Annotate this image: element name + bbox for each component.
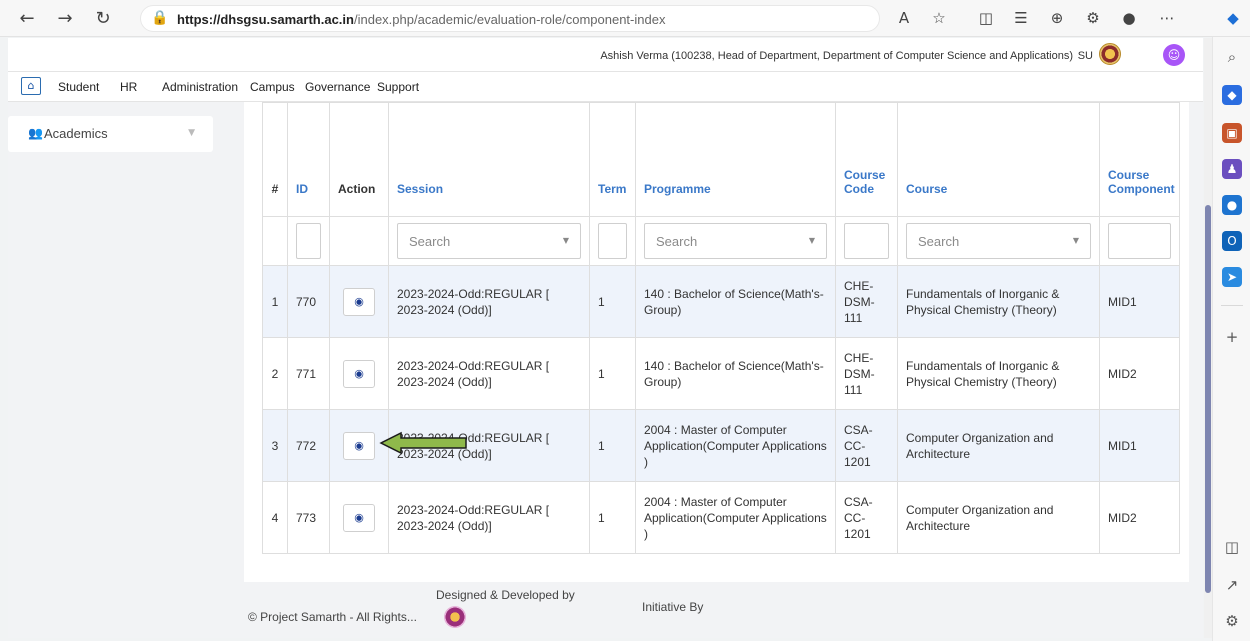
avatar[interactable]: ☺ bbox=[1163, 44, 1185, 66]
component-table: # ID Action Session Term Programme Cours… bbox=[262, 102, 1180, 554]
add-icon[interactable]: + bbox=[1222, 327, 1242, 347]
eye-icon: ◉ bbox=[354, 438, 364, 452]
menu-administration[interactable]: Administration bbox=[162, 80, 238, 94]
browser-sidebar: ⌕ ◆ ▣ ♟ ● O ➤ + ◫ ↗ ⚙ bbox=[1212, 37, 1250, 641]
col-header-num: # bbox=[262, 102, 288, 217]
chevron-down-icon: ▼ bbox=[562, 236, 569, 245]
menu-support[interactable]: Support bbox=[377, 80, 419, 94]
course-code-filter-input[interactable] bbox=[844, 223, 889, 259]
col-header-action: Action bbox=[329, 102, 389, 217]
users-icon: 👥 bbox=[28, 126, 43, 140]
more-icon[interactable]: ⋯ bbox=[1156, 7, 1178, 29]
component-filter-input[interactable] bbox=[1108, 223, 1171, 259]
view-button[interactable]: ◉ bbox=[343, 503, 375, 532]
col-header-session[interactable]: Session bbox=[388, 102, 590, 217]
home-icon[interactable]: ⌂ bbox=[21, 77, 41, 95]
split-screen-icon[interactable]: ◫ bbox=[975, 7, 997, 29]
settings-icon[interactable]: ⚙ bbox=[1222, 611, 1242, 631]
games-icon[interactable]: ♟ bbox=[1222, 159, 1242, 179]
user-info: Ashish Verma (100238, Head of Department… bbox=[600, 50, 1073, 62]
sidebar-item-label: Academics bbox=[44, 126, 108, 141]
menu-hr[interactable]: HR bbox=[120, 80, 137, 94]
col-header-programme[interactable]: Programme bbox=[635, 102, 836, 217]
chevron-down-icon: ▼ bbox=[188, 128, 195, 138]
annotation-arrow-icon bbox=[379, 431, 467, 455]
refresh-icon[interactable]: ↻ bbox=[90, 6, 116, 32]
table-row: 1 770 ◉ 2023-2024-Odd:REGULAR [ 2023-202… bbox=[262, 265, 1180, 338]
chevron-down-icon: ▼ bbox=[1072, 236, 1079, 245]
view-button[interactable]: ◉ bbox=[343, 431, 375, 460]
send-icon[interactable]: ➤ bbox=[1222, 267, 1242, 287]
designed-by-text: Designed & Developed by bbox=[436, 588, 575, 602]
su-label: SU bbox=[1077, 50, 1093, 62]
footer: © Project Samarth - All Rights... Design… bbox=[244, 582, 1189, 638]
outlook-icon[interactable]: O bbox=[1222, 231, 1242, 251]
session-filter-select[interactable]: Search ▼ bbox=[397, 223, 581, 259]
eye-icon: ◉ bbox=[354, 510, 364, 524]
main-menu: ⌂ Student HR Administration Campus Gover… bbox=[8, 72, 1203, 102]
external-link-icon[interactable]: ↗ bbox=[1222, 575, 1242, 595]
copilot-icon[interactable]: ◆ bbox=[1222, 7, 1244, 29]
chevron-down-icon: ▼ bbox=[808, 236, 815, 245]
col-header-course-code[interactable]: Course Code bbox=[835, 102, 898, 217]
extensions-icon[interactable]: ⚙ bbox=[1082, 7, 1104, 29]
col-header-term[interactable]: Term bbox=[589, 102, 636, 217]
term-filter-input[interactable] bbox=[598, 223, 627, 259]
filter-row: Search ▼ Search ▼ Search ▼ bbox=[262, 216, 1180, 266]
view-button[interactable]: ◉ bbox=[343, 359, 375, 388]
view-button[interactable]: ◉ bbox=[343, 287, 375, 316]
forward-icon[interactable]: → bbox=[52, 6, 78, 32]
shopping-icon[interactable]: ◆ bbox=[1222, 85, 1242, 105]
url-text: https://dhsgsu.samarth.ac.in/index.php/a… bbox=[177, 12, 666, 27]
left-sidebar: 👥 Academics ▼ bbox=[8, 102, 214, 638]
copyright-text: © Project Samarth - All Rights... bbox=[248, 610, 417, 624]
menu-governance[interactable]: Governance bbox=[305, 80, 370, 94]
address-bar[interactable]: 🔒 https://dhsgsu.samarth.ac.in/index.php… bbox=[140, 5, 880, 32]
browser-toolbar: ← → ↻ 🔒 https://dhsgsu.samarth.ac.in/ind… bbox=[0, 0, 1250, 37]
developer-logo-icon bbox=[444, 606, 466, 628]
programme-filter-select[interactable]: Search ▼ bbox=[644, 223, 827, 259]
content-card: # ID Action Session Term Programme Cours… bbox=[244, 102, 1189, 582]
initiative-text: Initiative By bbox=[642, 600, 704, 614]
col-header-course[interactable]: Course bbox=[897, 102, 1100, 217]
menu-student[interactable]: Student bbox=[58, 80, 99, 94]
sidebar-toggle-icon[interactable]: ◫ bbox=[1222, 537, 1242, 557]
university-logo-icon bbox=[1099, 43, 1121, 65]
collections-icon[interactable]: ⊕ bbox=[1046, 7, 1068, 29]
lock-icon: 🔒 bbox=[151, 10, 169, 26]
col-header-id[interactable]: ID bbox=[287, 102, 330, 217]
eye-icon: ◉ bbox=[354, 366, 364, 380]
table-row: 4 773 ◉ 2023-2024-Odd:REGULAR [ 2023-202… bbox=[262, 481, 1180, 554]
course-filter-select[interactable]: Search ▼ bbox=[906, 223, 1091, 259]
table-row: 2 771 ◉ 2023-2024-Odd:REGULAR [ 2023-202… bbox=[262, 337, 1180, 410]
eye-icon: ◉ bbox=[354, 294, 364, 308]
page: Ashish Verma (100238, Head of Department… bbox=[8, 38, 1203, 638]
tools-icon[interactable]: ▣ bbox=[1222, 123, 1242, 143]
id-filter-input[interactable] bbox=[296, 223, 321, 259]
scrollbar-thumb[interactable] bbox=[1205, 205, 1211, 593]
copilot-side-icon[interactable]: ● bbox=[1222, 195, 1242, 215]
user-bar: Ashish Verma (100238, Head of Department… bbox=[8, 38, 1203, 72]
menu-campus[interactable]: Campus bbox=[250, 80, 295, 94]
back-icon[interactable]: ← bbox=[14, 6, 40, 32]
favorite-star-icon[interactable]: ☆ bbox=[928, 7, 950, 29]
read-aloud-icon[interactable]: A bbox=[893, 7, 915, 29]
sidebar-item-academics[interactable]: 👥 Academics ▼ bbox=[8, 116, 213, 152]
search-icon[interactable]: ⌕ bbox=[1222, 47, 1242, 67]
profile-icon[interactable]: ● bbox=[1118, 7, 1140, 29]
col-header-course-component[interactable]: Course Component bbox=[1099, 102, 1180, 217]
favorites-icon[interactable]: ☰ bbox=[1010, 7, 1032, 29]
